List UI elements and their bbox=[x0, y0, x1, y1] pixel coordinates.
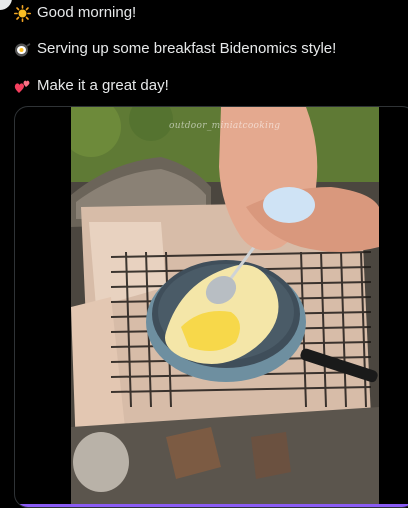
tweet-line-3: Make it a great day! bbox=[14, 75, 169, 97]
tweet-text-2: Serving up some breakfast Bidenomics sty… bbox=[37, 40, 337, 57]
video-frame bbox=[71, 107, 379, 507]
avatar[interactable] bbox=[0, 0, 12, 10]
media-card[interactable]: outdoor_miniatcooking bbox=[14, 106, 408, 508]
video-watermark: outdoor_miniatcooking bbox=[169, 121, 281, 131]
tweet-text-3: Make it a great day! bbox=[37, 77, 169, 94]
tweet-line-1: Good morning! bbox=[14, 2, 136, 24]
tweet-text-1: Good morning! bbox=[37, 4, 137, 21]
tweet-line-2: Serving up some breakfast Bidenomics sty… bbox=[14, 38, 336, 60]
video-progress-bar[interactable] bbox=[15, 504, 408, 507]
video-player[interactable]: outdoor_miniatcooking bbox=[71, 107, 379, 507]
frying-pan-emoji bbox=[14, 41, 31, 58]
video-progress-fill bbox=[15, 504, 408, 507]
sun-emoji bbox=[14, 4, 31, 22]
two-hearts-emoji bbox=[14, 78, 31, 95]
